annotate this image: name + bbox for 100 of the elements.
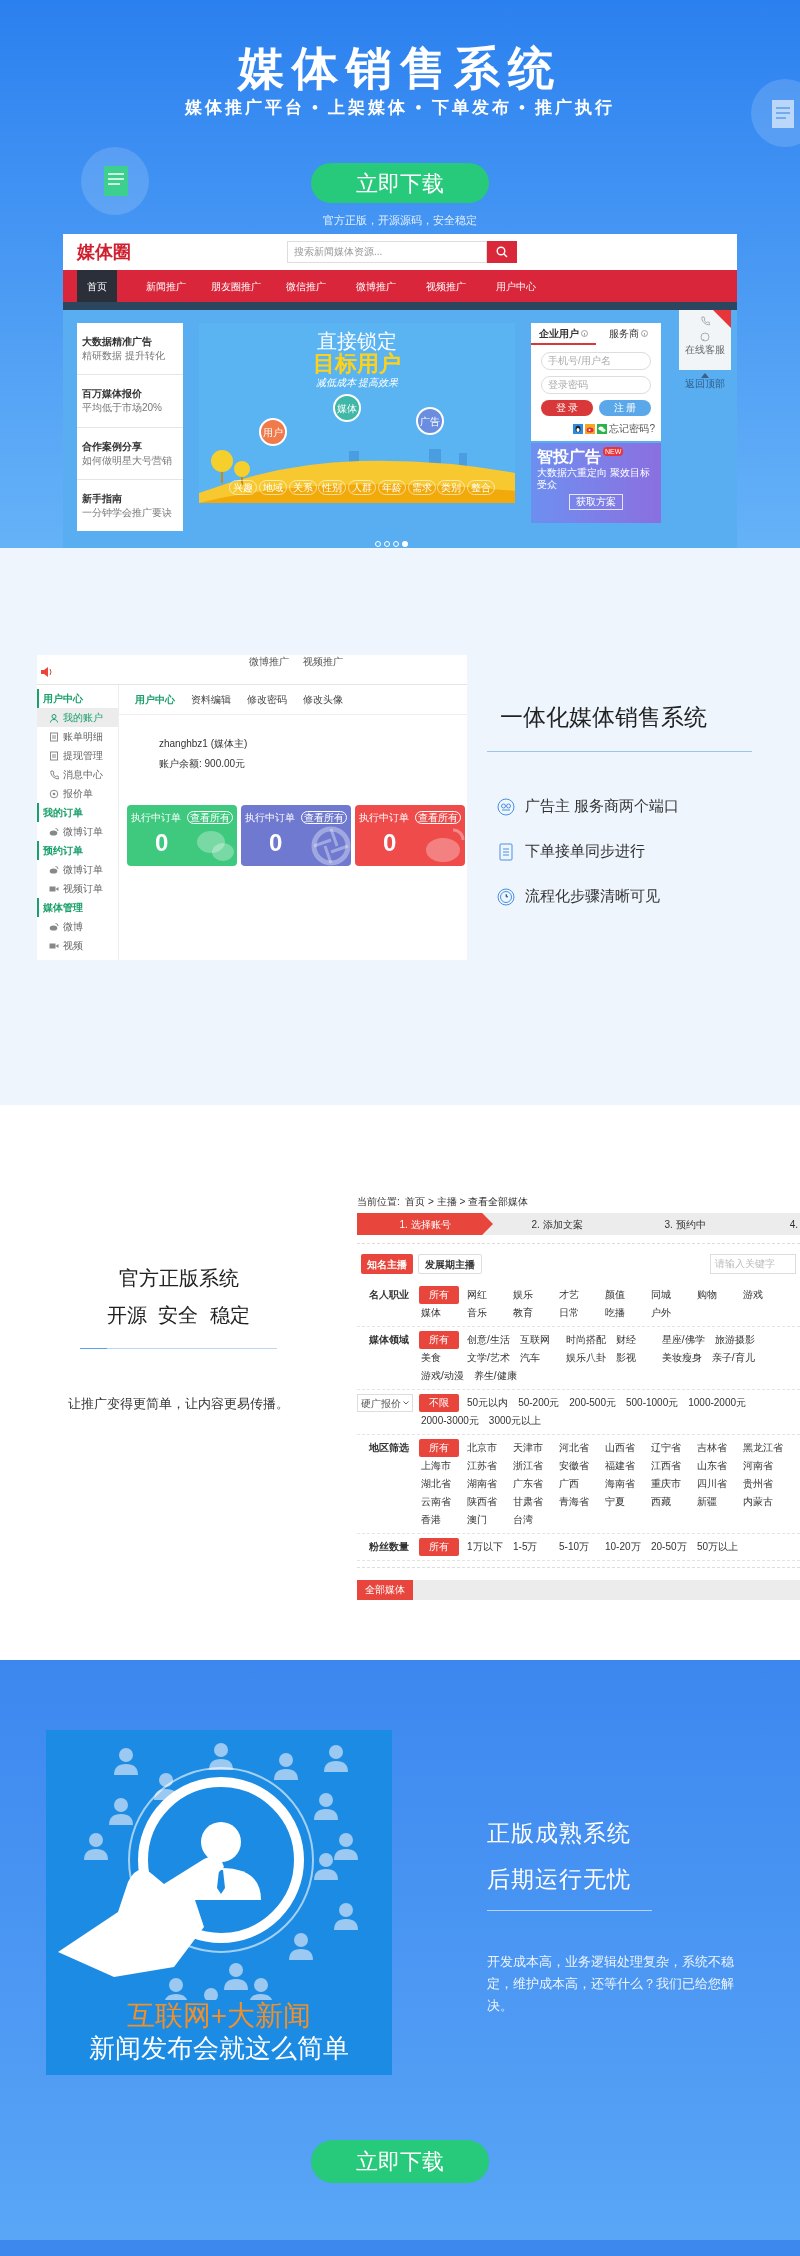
view-all-button[interactable]: 查看所有 <box>415 811 461 824</box>
filter-option[interactable]: 才艺 <box>557 1286 597 1304</box>
category-tab[interactable]: 知名主播 <box>361 1254 413 1274</box>
filter-option[interactable]: 教育 <box>511 1304 551 1322</box>
filter-option[interactable]: 50万以上 <box>695 1538 741 1556</box>
filter-option[interactable]: 广东省 <box>511 1475 551 1493</box>
filter-option[interactable]: 西藏 <box>649 1493 689 1511</box>
sidebar-item[interactable]: 视频订单 <box>37 879 118 898</box>
filter-option[interactable]: 财经 <box>613 1331 654 1349</box>
filter-option[interactable]: 20-50万 <box>649 1538 689 1556</box>
filter-option[interactable]: 500-1000元 <box>623 1394 681 1412</box>
filter-option[interactable]: 吃播 <box>603 1304 643 1322</box>
filter-option[interactable]: 香港 <box>419 1511 459 1529</box>
filter-option[interactable]: 湖北省 <box>419 1475 459 1493</box>
nav-item[interactable]: 新闻推广 <box>131 270 201 302</box>
category-tab[interactable]: 发展期主播 <box>418 1254 482 1274</box>
filter-option[interactable]: 星座/佛学 <box>659 1331 707 1349</box>
content-tab[interactable]: 修改密码 <box>247 692 287 707</box>
filter-option[interactable]: 贵州省 <box>741 1475 781 1493</box>
filter-option[interactable]: 娱乐 <box>511 1286 551 1304</box>
filter-option[interactable]: 安徽省 <box>557 1457 597 1475</box>
filter-option[interactable]: 所有 <box>419 1439 459 1457</box>
filter-option[interactable]: 养生/健康 <box>471 1367 519 1385</box>
content-tab[interactable]: 修改头像 <box>303 692 343 707</box>
filter-option[interactable]: 同城 <box>649 1286 689 1304</box>
filter-option[interactable]: 购物 <box>695 1286 735 1304</box>
top-nav-tab[interactable]: 视频推广 <box>303 655 343 669</box>
filter-option[interactable]: 旅游摄影 <box>712 1331 757 1349</box>
login-button[interactable]: 登 录 <box>541 400 593 416</box>
filter-option[interactable]: 媒体 <box>419 1304 459 1322</box>
filter-option[interactable]: 3000元以上 <box>486 1412 544 1430</box>
filter-option[interactable]: 海南省 <box>603 1475 643 1493</box>
filter-option[interactable]: 音乐 <box>465 1304 505 1322</box>
filter-option[interactable]: 河南省 <box>741 1457 781 1475</box>
nav-item[interactable]: 微博推广 <box>341 270 411 302</box>
filter-option[interactable]: 内蒙古 <box>741 1493 781 1511</box>
filter-option[interactable]: 娱乐八卦 <box>563 1349 608 1367</box>
filter-option[interactable]: 互联网 <box>517 1331 558 1349</box>
login-tab[interactable]: 企业用户 <box>531 323 596 345</box>
filter-option[interactable]: 云南省 <box>419 1493 459 1511</box>
filter-option[interactable]: 澳门 <box>465 1511 505 1529</box>
filter-option[interactable]: 福建省 <box>603 1457 643 1475</box>
sidebar-item[interactable]: 微博订单 <box>37 860 118 879</box>
filter-option[interactable]: 宁夏 <box>603 1493 643 1511</box>
filter-option[interactable]: 山西省 <box>603 1439 643 1457</box>
sidebar-item[interactable]: 报价单 <box>37 784 118 803</box>
filter-option[interactable]: 10-20万 <box>603 1538 643 1556</box>
sidebar-item[interactable]: 视频 <box>37 936 118 955</box>
sidebar-item[interactable]: 账单明细 <box>37 727 118 746</box>
filter-option[interactable]: 颜值 <box>603 1286 643 1304</box>
media-tab[interactable]: 全部媒体 <box>357 1580 413 1600</box>
filter-option[interactable]: 2000-3000元 <box>419 1412 481 1430</box>
filter-option[interactable]: 吉林省 <box>695 1439 735 1457</box>
search-button[interactable] <box>487 241 517 263</box>
sidebar-item[interactable]: 微博订单 <box>37 822 118 841</box>
filter-option[interactable]: 200-500元 <box>567 1394 618 1412</box>
filter-option[interactable]: 1-5万 <box>511 1538 551 1556</box>
filter-option[interactable]: 亲子/育儿 <box>709 1349 757 1367</box>
filter-option[interactable]: 黑龙江省 <box>741 1439 785 1457</box>
filter-option[interactable]: 北京市 <box>465 1439 505 1457</box>
top-nav-tab[interactable]: 微博推广 <box>249 655 289 669</box>
nav-item[interactable]: 视频推广 <box>411 270 481 302</box>
filter-option[interactable]: 甘肃省 <box>511 1493 551 1511</box>
filter-option[interactable]: 汽车 <box>517 1349 558 1367</box>
filter-option[interactable]: 河北省 <box>557 1439 597 1457</box>
filter-option[interactable]: 1万以下 <box>465 1538 505 1556</box>
filter-option[interactable]: 四川省 <box>695 1475 735 1493</box>
nav-item[interactable]: 朋友圈推广 <box>201 270 271 302</box>
forgot-password-link[interactable]: 忘记密码? <box>609 421 655 436</box>
filter-option[interactable]: 江苏省 <box>465 1457 505 1475</box>
filter-option[interactable]: 辽宁省 <box>649 1439 689 1457</box>
nav-item[interactable]: 首页 <box>77 270 117 302</box>
filter-option[interactable]: 时尚搭配 <box>563 1331 608 1349</box>
filter-option[interactable]: 天津市 <box>511 1439 551 1457</box>
filter-option[interactable]: 50元以内 <box>465 1394 511 1412</box>
filter-option[interactable]: 江西省 <box>649 1457 689 1475</box>
filter-option[interactable]: 所有 <box>419 1331 459 1349</box>
filter-option[interactable]: 台湾 <box>511 1511 551 1529</box>
sidebar-item[interactable]: 消息中心 <box>37 765 118 784</box>
filter-option[interactable]: 影视 <box>613 1349 654 1367</box>
nav-item[interactable]: 用户中心 <box>481 270 551 302</box>
filter-option[interactable]: 1000-2000元 <box>686 1394 749 1412</box>
filter-option[interactable]: 所有 <box>419 1538 459 1556</box>
filter-option[interactable]: 新疆 <box>695 1493 735 1511</box>
filter-option[interactable]: 5-10万 <box>557 1538 597 1556</box>
filter-option[interactable]: 浙江省 <box>511 1457 551 1475</box>
filter-option[interactable]: 不限 <box>419 1394 459 1412</box>
filter-option[interactable]: 50-200元 <box>516 1394 562 1412</box>
dropdown[interactable]: 硬广报价 <box>357 1394 413 1412</box>
filter-option[interactable]: 青海省 <box>557 1493 597 1511</box>
filter-option[interactable]: 游戏/动漫 <box>419 1367 466 1385</box>
filter-option[interactable]: 上海市 <box>419 1457 459 1475</box>
sidebar-item[interactable]: 微博 <box>37 917 118 936</box>
login-tab[interactable]: 服务商 <box>596 323 661 345</box>
filter-option[interactable]: 创意/生活 <box>465 1331 512 1349</box>
filter-option[interactable]: 美食 <box>419 1349 459 1367</box>
filter-option[interactable]: 所有 <box>419 1286 459 1304</box>
sidebar-item[interactable]: 提现管理 <box>37 746 118 765</box>
filter-option[interactable]: 户外 <box>649 1304 689 1322</box>
content-tab[interactable]: 资料编辑 <box>191 692 231 707</box>
